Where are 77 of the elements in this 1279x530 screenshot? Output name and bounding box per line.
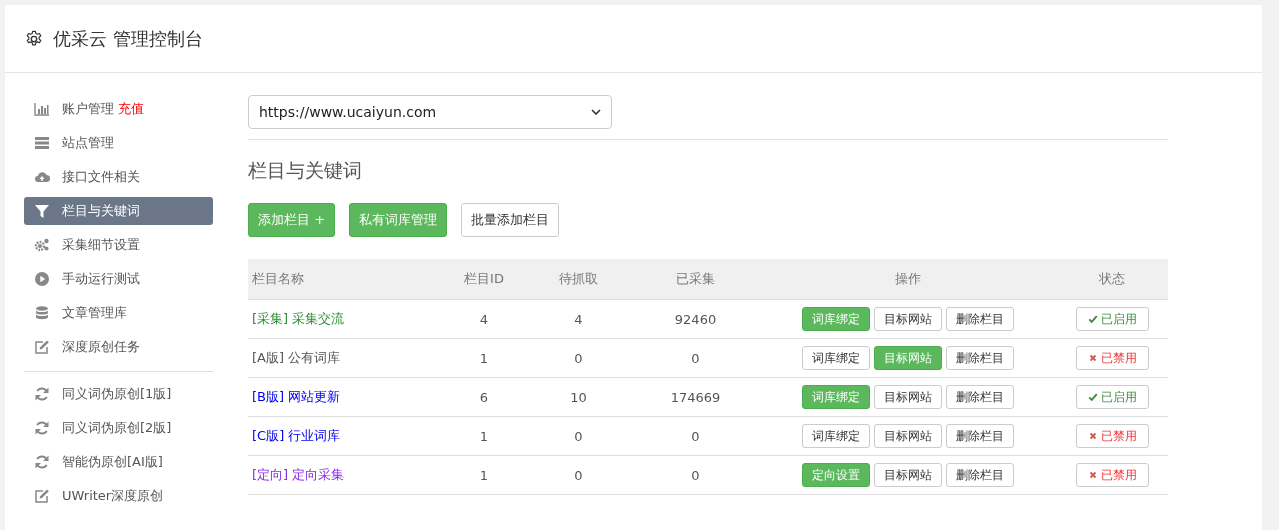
bar-chart-icon <box>34 101 50 117</box>
console-title: 优采云 管理控制台 <box>53 26 203 51</box>
table-cell: 0 <box>574 428 583 444</box>
table-cell: 174669 <box>670 389 721 405</box>
sidebar-item[interactable]: 采集细节设置 <box>24 231 213 259</box>
cloud-upload-icon <box>34 169 50 185</box>
refresh-icon <box>34 420 50 436</box>
sidebar-item[interactable]: 文章管理库 <box>24 299 213 327</box>
close-icon <box>1087 353 1098 363</box>
gears-icon <box>34 237 50 253</box>
sidebar-item[interactable]: 账户管理 充值 <box>24 95 213 123</box>
action-button[interactable]: 删除栏目 <box>945 463 1014 487</box>
table-cell: 10 <box>570 389 587 405</box>
table-cell: 4 <box>479 311 489 327</box>
action-button[interactable]: 目标网站 <box>873 307 942 331</box>
column-header: 已采集 <box>632 259 759 300</box>
action-button[interactable]: 目标网站 <box>873 463 942 487</box>
table-cell: 6 <box>479 389 489 405</box>
settings-icon <box>25 29 43 48</box>
column-header: 状态 <box>1056 259 1168 300</box>
action-button[interactable]: 删除栏目 <box>945 307 1014 331</box>
table-cell: 0 <box>574 467 583 483</box>
edit-icon <box>34 339 50 355</box>
status-button[interactable]: 已启用 <box>1075 307 1149 331</box>
column-header: 栏目ID <box>443 259 525 300</box>
action-button[interactable]: 删除栏目 <box>945 424 1014 448</box>
check-icon <box>1087 392 1098 402</box>
chevron-down-icon <box>591 109 601 115</box>
sidebar-item[interactable]: 站点管理 <box>24 129 213 157</box>
table-cell[interactable]: [B版] 网站更新 <box>252 389 341 404</box>
sidebar-item[interactable]: 同义词伪原创[2版] <box>24 414 213 442</box>
status-button[interactable]: 已禁用 <box>1075 424 1149 448</box>
table-cell: 1 <box>479 350 489 366</box>
sidebar-item[interactable]: 智能伪原创[AI版] <box>24 448 213 476</box>
action-button[interactable]: 目标网站 <box>873 424 942 448</box>
table-cell: 1 <box>479 467 489 483</box>
table-cell: 1 <box>479 428 489 444</box>
column-header: 栏目名称 <box>248 259 443 300</box>
refresh-icon <box>34 454 50 470</box>
action-button[interactable]: 删除栏目 <box>945 346 1014 370</box>
table-cell[interactable]: [A版] 公有词库 <box>252 350 341 365</box>
table-cell: 92460 <box>674 311 717 327</box>
action-button[interactable]: 删除栏目 <box>945 385 1014 409</box>
close-icon <box>1087 431 1098 441</box>
toolbar-button[interactable]: 批量添加栏目 <box>461 203 560 237</box>
table-cell: 0 <box>574 350 583 366</box>
column-header: 操作 <box>759 259 1056 300</box>
section-title: 栏目与关键词 <box>248 158 363 183</box>
sidebar-item[interactable]: 接口文件相关 <box>24 163 213 191</box>
table-cell[interactable]: [定向] 定向采集 <box>252 467 345 482</box>
check-icon <box>1087 314 1098 324</box>
play-icon <box>34 271 50 287</box>
action-button[interactable]: 词库绑定 <box>801 346 870 370</box>
status-button[interactable]: 已禁用 <box>1075 463 1149 487</box>
table-cell: 0 <box>691 467 700 483</box>
sidebar-item[interactable]: 深度原创任务 <box>24 333 213 361</box>
refresh-icon <box>34 386 50 402</box>
sidebar-item[interactable]: 手动运行测试 <box>24 265 213 293</box>
sidebar-item[interactable]: 栏目与关键词 <box>24 197 213 225</box>
table-cell[interactable]: [采集] 采集交流 <box>252 311 345 326</box>
edit-icon <box>34 488 50 504</box>
database-icon <box>34 305 50 321</box>
table-cell: 4 <box>574 311 583 327</box>
server-icon <box>34 135 50 151</box>
status-button[interactable]: 已禁用 <box>1075 346 1149 370</box>
action-button[interactable]: 目标网站 <box>873 385 942 409</box>
filter-icon <box>34 203 50 219</box>
close-icon <box>1087 470 1098 480</box>
table-cell[interactable]: [C版] 行业词库 <box>252 428 341 443</box>
site-select[interactable]: https://www.ucaiyun.com <box>248 95 612 129</box>
action-button[interactable]: 词库绑定 <box>801 424 870 448</box>
status-button[interactable]: 已启用 <box>1075 385 1149 409</box>
sidebar-item[interactable]: 同义词伪原创[1版] <box>24 380 213 408</box>
column-header: 待抓取 <box>525 259 632 300</box>
table-cell: 0 <box>691 428 700 444</box>
table-cell: 0 <box>691 350 700 366</box>
sidebar-item[interactable]: UWriter深度原创 <box>24 482 213 510</box>
